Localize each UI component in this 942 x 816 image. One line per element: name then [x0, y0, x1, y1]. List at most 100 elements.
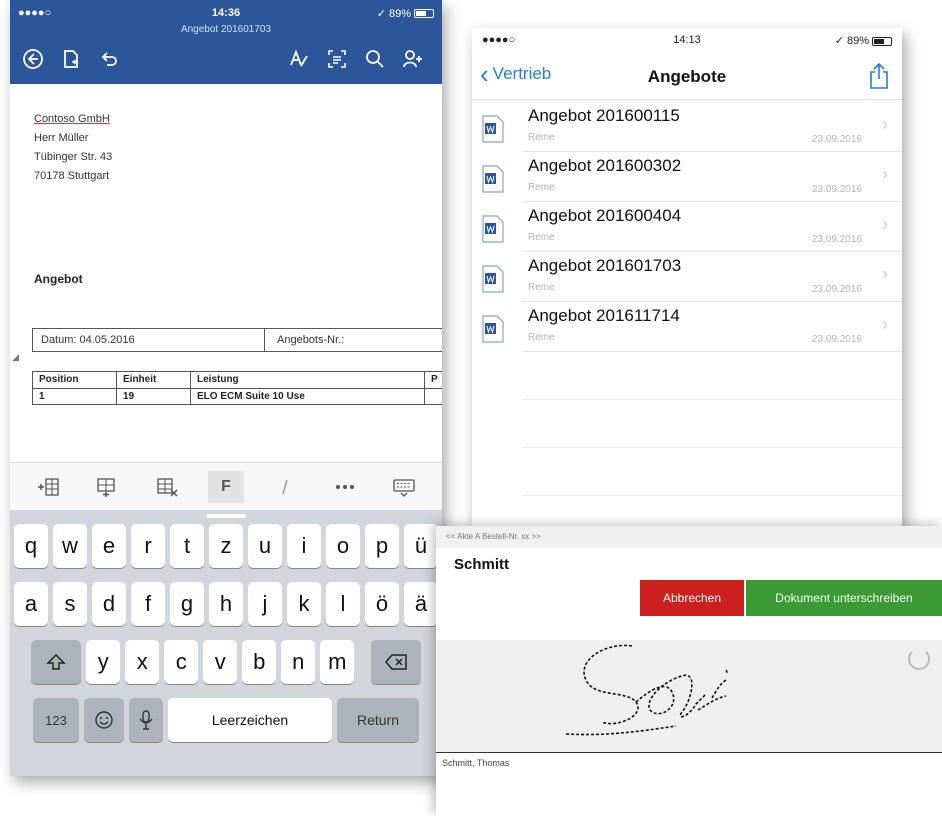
row-leistung: ELO ECM Suite 10 Use — [191, 389, 425, 404]
header-leistung: Leistung — [191, 372, 425, 388]
undo-icon[interactable] — [94, 44, 124, 74]
microphone-icon — [139, 710, 153, 730]
emoji-icon — [95, 711, 113, 729]
key-m[interactable]: m — [320, 640, 355, 684]
key-o[interactable]: o — [326, 524, 360, 568]
bold-button[interactable]: F — [207, 470, 244, 503]
key-s[interactable]: s — [53, 582, 87, 626]
more-icon[interactable] — [327, 471, 363, 503]
item-subtitle: Reme — [528, 232, 555, 243]
item-title: Angebot 201600115 — [528, 106, 680, 125]
empty-row — [522, 448, 902, 496]
key-n[interactable]: n — [281, 640, 316, 684]
backspace-key[interactable] — [370, 640, 421, 684]
table-row: 1 19 ELO ECM Suite 10 Use — [33, 388, 442, 404]
read-mode-icon[interactable] — [322, 44, 352, 74]
list-item[interactable]: Angebot 201601703 Reme 23.09.2016 › — [482, 252, 902, 302]
item-title: Angebot 201601703 — [528, 256, 682, 275]
key-t[interactable]: t — [170, 524, 204, 568]
key-y[interactable]: y — [86, 640, 121, 684]
date-number-table: Datum: 04.05.2016 Angebots-Nr.: — [32, 328, 442, 352]
key-a[interactable]: a — [14, 582, 48, 626]
offer-number-cell: Angebots-Nr.: — [277, 334, 345, 346]
signer-name: Schmitt — [454, 556, 510, 573]
sign-document-button[interactable]: Dokument unterschreiben — [746, 580, 942, 616]
key-h[interactable]: h — [209, 582, 243, 626]
insert-row-icon[interactable] — [89, 471, 125, 503]
hide-keyboard-icon[interactable] — [386, 471, 422, 503]
word-document-icon — [482, 165, 504, 193]
key-e[interactable]: e — [92, 524, 126, 568]
row-p — [425, 389, 442, 404]
add-person-icon[interactable] — [398, 44, 428, 74]
key-l[interactable]: l — [326, 582, 360, 626]
key-i[interactable]: i — [287, 524, 321, 568]
list-item[interactable]: Angebot 201600404 Reme 23.09.2016 › — [482, 202, 902, 252]
return-key[interactable]: Return — [337, 698, 419, 742]
item-subtitle: Reme — [528, 182, 555, 193]
key-r[interactable]: r — [131, 524, 165, 568]
key-c[interactable]: c — [164, 640, 199, 684]
word-editor-phone: ●●●●○ 14:36 ✓ 89% Angebot 201601703 Cont… — [10, 0, 442, 776]
text-format-icon[interactable] — [284, 44, 314, 74]
header-p: P — [431, 374, 438, 385]
address-street: Tübinger Str. 43 — [34, 151, 113, 163]
numbers-key[interactable]: 123 — [33, 698, 79, 742]
page-title: Angebote — [647, 67, 727, 86]
table-anchor-icon[interactable]: ◢ — [12, 352, 19, 363]
italic-icon[interactable] — [267, 471, 303, 503]
shift-key[interactable] — [31, 640, 82, 684]
item-date: 23.09.2016 — [811, 134, 862, 145]
keyboard-row-4: 123 Leerzeichen Return — [10, 698, 442, 742]
keyboard-handle[interactable] — [206, 514, 246, 518]
key-x[interactable]: x — [125, 640, 160, 684]
list-item[interactable]: Angebot 201600115 Reme 23.09.2016 › — [482, 102, 902, 152]
table-header-row: Position Einheit Leistung P — [33, 372, 442, 388]
key-k[interactable]: k — [287, 582, 321, 626]
screenshot-collage: ●●●●○ 14:36 ✓ 89% Angebot 201601703 Cont… — [0, 0, 942, 816]
signature-drawing — [565, 644, 729, 736]
key-oe[interactable]: ö — [365, 582, 399, 626]
insert-column-left-icon[interactable] — [30, 471, 66, 503]
search-icon[interactable] — [360, 44, 390, 74]
item-date: 23.09.2016 — [811, 334, 862, 345]
backspace-icon — [384, 654, 407, 670]
dictation-key[interactable] — [129, 698, 163, 742]
emoji-key[interactable] — [84, 698, 124, 742]
chevron-right-icon: › — [882, 114, 888, 134]
file-icon[interactable] — [56, 44, 86, 74]
space-key[interactable]: Leerzeichen — [168, 698, 332, 742]
key-p[interactable]: p — [365, 524, 399, 568]
key-v[interactable]: v — [203, 640, 238, 684]
share-icon[interactable] — [868, 62, 890, 95]
signature-topbar: << Akte A Bestell-Nr. xx >> — [436, 526, 942, 548]
chevron-right-icon: › — [882, 164, 888, 184]
cancel-button[interactable]: Abbrechen — [640, 580, 744, 616]
document-page[interactable]: Contoso GmbH Herr Müller Tübinger Str. 4… — [10, 84, 442, 462]
word-document-icon — [482, 315, 504, 343]
key-ae[interactable]: ä — [404, 582, 438, 626]
word-document-icon — [482, 115, 504, 143]
key-g[interactable]: g — [170, 582, 204, 626]
back-circle-icon[interactable] — [18, 44, 48, 74]
row-position: 1 — [33, 389, 117, 404]
word-toolbar — [18, 44, 436, 74]
key-b[interactable]: b — [242, 640, 277, 684]
key-q[interactable]: q — [14, 524, 48, 568]
list-item[interactable]: Angebot 201611714 Reme 23.09.2016 › — [482, 302, 902, 352]
delete-table-icon[interactable] — [149, 471, 185, 503]
positions-table: Position Einheit Leistung P 1 19 ELO ECM… — [32, 371, 442, 405]
empty-row — [522, 352, 902, 400]
key-d[interactable]: d — [92, 582, 126, 626]
key-u[interactable]: u — [248, 524, 282, 568]
item-subtitle: Reme — [528, 132, 555, 143]
key-j[interactable]: j — [248, 582, 282, 626]
key-w[interactable]: w — [53, 524, 87, 568]
key-f[interactable]: f — [131, 582, 165, 626]
signature-canvas[interactable] — [436, 640, 942, 752]
key-ue[interactable]: ü — [404, 524, 438, 568]
address-block: Contoso GmbH Herr Müller Tübinger Str. 4… — [34, 110, 112, 186]
key-z[interactable]: z — [209, 524, 243, 568]
list-item[interactable]: Angebot 201600302 Reme 23.09.2016 › — [482, 152, 902, 202]
word-header: ●●●●○ 14:36 ✓ 89% Angebot 201601703 — [10, 0, 442, 84]
